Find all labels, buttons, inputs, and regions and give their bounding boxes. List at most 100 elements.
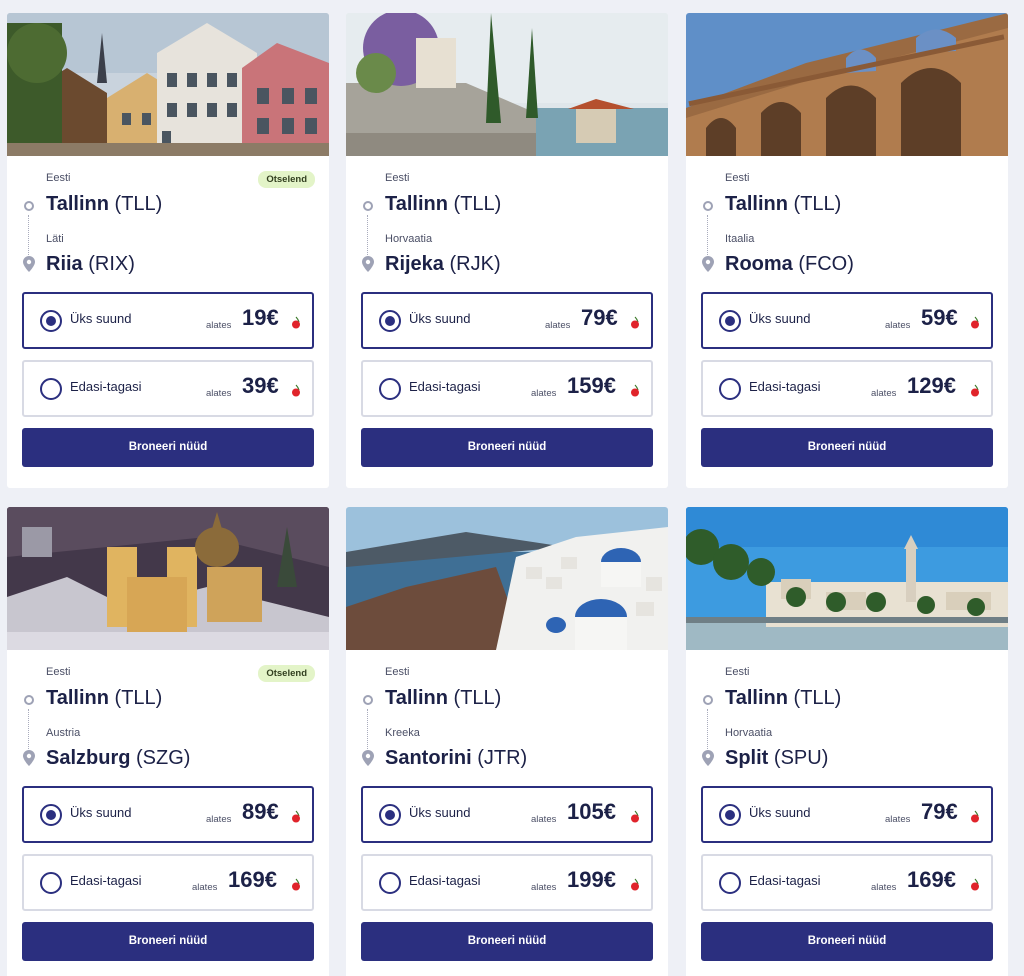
price-prefix: alates — [531, 882, 557, 893]
round-trip-option[interactable]: Edasi-tagasi alates 129€ — [701, 360, 993, 417]
one-way-option[interactable]: Üks suund alates 79€ — [701, 786, 993, 843]
offer-card[interactable]: Eesti Tallinn (TLL) Otselend Austria Sal… — [7, 507, 329, 976]
one-way-price: 59€ — [921, 305, 958, 330]
one-way-label: Üks suund — [409, 805, 471, 820]
book-now-button[interactable]: Broneeri nüüd — [22, 428, 314, 467]
one-way-price: 19€ — [242, 305, 279, 330]
destination-city: Rijeka (RJK) — [385, 253, 501, 276]
book-now-button[interactable]: Broneeri nüüd — [701, 922, 993, 961]
round-trip-radio[interactable] — [719, 378, 741, 400]
radio-selected-dot — [385, 316, 395, 326]
destination-city-name: Salzburg — [46, 747, 131, 769]
offer-card[interactable]: Eesti Tallinn (TLL) Horvaatia Rijeka (RJ… — [346, 13, 668, 488]
one-way-label: Üks suund — [70, 805, 132, 820]
price-prefix: alates — [531, 388, 557, 399]
riga-old-town-photo[interactable] — [7, 13, 329, 156]
cherry-icon — [292, 878, 300, 891]
destination-country: Horvaatia — [725, 727, 773, 739]
offer-card[interactable]: Eesti Tallinn (TLL) Otselend Läti Riia (… — [7, 13, 329, 488]
book-now-button[interactable]: Broneeri nüüd — [361, 428, 653, 467]
destination-airport-code: (RIX) — [88, 253, 135, 275]
round-trip-price: 199€ — [567, 867, 616, 892]
one-way-option[interactable]: Üks suund alates 105€ — [361, 786, 653, 843]
one-way-label: Üks suund — [749, 311, 811, 326]
route-divider — [367, 709, 368, 749]
one-way-option[interactable]: Üks suund alates 79€ — [361, 292, 653, 349]
direct-flight-badge: Otselend — [258, 171, 315, 188]
round-trip-option[interactable]: Edasi-tagasi alates 39€ — [22, 360, 314, 417]
rome-colosseum-photo[interactable] — [686, 13, 1008, 156]
cherry-icon — [631, 316, 639, 329]
location-pin-icon — [362, 256, 374, 272]
one-way-radio[interactable] — [379, 310, 401, 332]
round-trip-label: Edasi-tagasi — [409, 379, 481, 394]
one-way-option[interactable]: Üks suund alates 59€ — [701, 292, 993, 349]
one-way-radio[interactable] — [40, 310, 62, 332]
cherry-icon — [971, 878, 979, 891]
one-way-label: Üks suund — [409, 311, 471, 326]
location-pin-icon — [23, 750, 35, 766]
destination-city: Split (SPU) — [725, 747, 828, 770]
one-way-radio[interactable] — [719, 804, 741, 826]
origin-city-name: Tallinn — [385, 193, 448, 215]
origin-city: Tallinn (TLL) — [725, 687, 841, 710]
origin-dot-icon — [363, 695, 373, 705]
one-way-radio[interactable] — [379, 804, 401, 826]
book-now-button[interactable]: Broneeri nüüd — [701, 428, 993, 467]
cherry-icon — [631, 878, 639, 891]
one-way-radio[interactable] — [40, 804, 62, 826]
round-trip-price: 129€ — [907, 373, 956, 398]
location-pin-icon — [702, 750, 714, 766]
round-trip-radio[interactable] — [40, 872, 62, 894]
book-now-button[interactable]: Broneeri nüüd — [22, 922, 314, 961]
cherry-icon — [292, 384, 300, 397]
round-trip-label: Edasi-tagasi — [409, 873, 481, 888]
offer-grid: Eesti Tallinn (TLL) Otselend Läti Riia (… — [0, 0, 1024, 976]
one-way-radio[interactable] — [719, 310, 741, 332]
origin-city: Tallinn (TLL) — [725, 193, 841, 216]
origin-city: Tallinn (TLL) — [385, 193, 501, 216]
route-divider — [707, 215, 708, 255]
offer-card[interactable]: Eesti Tallinn (TLL) Itaalia Rooma (FCO) … — [686, 13, 1008, 488]
destination-city-name: Rijeka — [385, 253, 444, 275]
round-trip-radio[interactable] — [379, 378, 401, 400]
price-prefix: alates — [192, 882, 218, 893]
round-trip-price: 169€ — [228, 867, 277, 892]
radio-selected-dot — [46, 810, 56, 820]
round-trip-radio[interactable] — [40, 378, 62, 400]
destination-city: Salzburg (SZG) — [46, 747, 190, 770]
destination-airport-code: (SPU) — [773, 747, 829, 769]
origin-airport-code: (TLL) — [793, 687, 842, 709]
route-divider — [367, 215, 368, 255]
origin-city-name: Tallinn — [385, 687, 448, 709]
radio-selected-dot — [725, 316, 735, 326]
one-way-option[interactable]: Üks suund alates 19€ — [22, 292, 314, 349]
price-prefix: alates — [531, 814, 557, 825]
split-harbour-photo[interactable] — [686, 507, 1008, 650]
one-way-price: 105€ — [567, 799, 616, 824]
round-trip-option[interactable]: Edasi-tagasi alates 159€ — [361, 360, 653, 417]
one-way-option[interactable]: Üks suund alates 89€ — [22, 786, 314, 843]
offer-card[interactable]: Eesti Tallinn (TLL) Horvaatia Split (SPU… — [686, 507, 1008, 976]
santorini-photo[interactable] — [346, 507, 668, 650]
origin-airport-code: (TLL) — [453, 193, 502, 215]
salzburg-winter-photo[interactable] — [7, 507, 329, 650]
destination-city: Riia (RIX) — [46, 253, 135, 276]
route-divider — [28, 215, 29, 255]
round-trip-radio[interactable] — [379, 872, 401, 894]
price-prefix: alates — [206, 320, 232, 331]
book-now-button[interactable]: Broneeri nüüd — [361, 922, 653, 961]
offer-card[interactable]: Eesti Tallinn (TLL) Kreeka Santorini (JT… — [346, 507, 668, 976]
round-trip-option[interactable]: Edasi-tagasi alates 169€ — [22, 854, 314, 911]
one-way-label: Üks suund — [70, 311, 132, 326]
rijeka-coast-photo[interactable] — [346, 13, 668, 156]
radio-selected-dot — [385, 810, 395, 820]
round-trip-price: 39€ — [242, 373, 279, 398]
round-trip-option[interactable]: Edasi-tagasi alates 199€ — [361, 854, 653, 911]
destination-country: Kreeka — [385, 727, 420, 739]
round-trip-radio[interactable] — [719, 872, 741, 894]
origin-city-name: Tallinn — [725, 687, 788, 709]
destination-country: Läti — [46, 233, 64, 245]
radio-selected-dot — [46, 316, 56, 326]
round-trip-option[interactable]: Edasi-tagasi alates 169€ — [701, 854, 993, 911]
